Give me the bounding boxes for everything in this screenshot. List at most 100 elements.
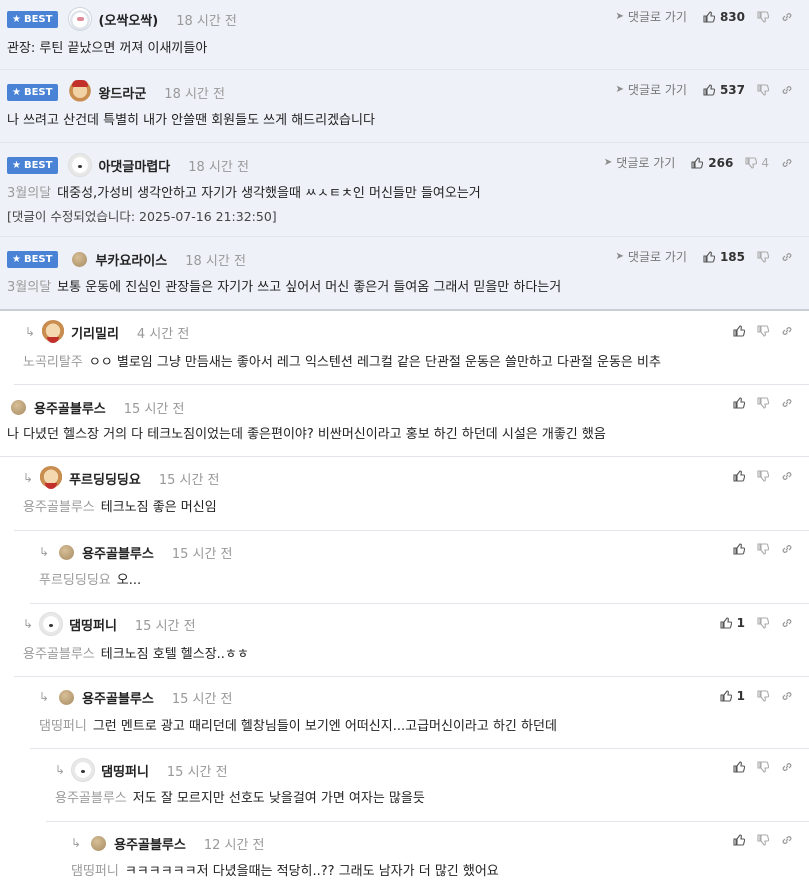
avatar[interactable] [41,320,66,344]
comment-body: 댐띵퍼니 그런 멘트로 광고 때리던데 헬창님들이 보기엔 어떠신지...고급머신… [39,718,557,736]
reply-target-tag[interactable]: 용주골블루스 [23,500,95,515]
nickname[interactable]: 용주골블루스 [114,834,186,853]
reply-target-tag[interactable]: 댐띵퍼니 [39,719,87,734]
comment-row: ↳ 댐띵퍼니 15 시간 전 용주골블루스 저도 잘 모르지만 선호도 낮을걸여 … [46,749,809,822]
link-icon[interactable] [781,761,793,773]
go-to-comment-label: 댓글로 가기 [627,10,687,24]
dislike-button[interactable] [757,397,769,409]
avatar[interactable] [68,7,93,31]
like-button[interactable] [733,397,745,409]
avatar[interactable] [91,835,107,851]
reply-target-tag[interactable]: 푸르딩딩딩요 [39,573,111,588]
avatar[interactable] [59,544,75,560]
dislike-button[interactable] [757,83,769,96]
link-icon[interactable] [781,11,793,23]
link-icon[interactable] [781,690,793,702]
nickname[interactable]: (오싹오싹) [98,10,158,29]
like-button[interactable]: 537 [703,83,745,97]
thumb-up-icon [733,834,745,846]
like-button[interactable]: 185 [703,250,745,264]
avatar[interactable] [68,153,93,177]
comment-header: ↳ 용주골블루스 15 시간 전 [39,543,233,562]
reply-target-tag[interactable]: 댐띵퍼니 [71,864,119,879]
like-button[interactable] [733,470,745,482]
reply-arrow-icon: ➤ [615,251,624,262]
dislike-button[interactable] [757,761,769,773]
like-count: 1 [736,689,745,703]
comment-header: ★ BEST (오싹오싹) 18 시간 전 [7,7,237,31]
dislike-button[interactable] [757,690,769,702]
dislike-button[interactable]: 4 [745,156,769,170]
dislike-button[interactable] [757,470,769,482]
avatar[interactable] [39,612,64,636]
avatar[interactable] [68,80,93,104]
thumb-up-icon [733,470,745,482]
like-button[interactable] [733,543,745,555]
best-badge: ★ BEST [7,83,59,101]
reply-target-tag[interactable]: 3월의달 [7,186,51,201]
nickname[interactable]: 용주골블루스 [82,688,154,707]
like-button[interactable] [733,325,745,337]
reply-target-tag[interactable]: 3월의달 [7,280,51,295]
thumb-down-icon [745,156,758,169]
thumb-down-icon [757,325,769,337]
timestamp: 15 시간 전 [158,472,220,488]
comment-body: 푸르딩딩딩요 오... [39,572,141,590]
go-to-comment-link[interactable]: ➤ 댓글로 가기 [616,8,687,25]
comment-actions: 1 [720,616,793,630]
thumb-up-icon [691,156,704,169]
nickname[interactable]: 용주골블루스 [82,543,154,562]
nickname[interactable]: 아댓글마렵다 [98,156,170,175]
like-button[interactable] [733,834,745,846]
avatar[interactable] [11,399,26,415]
link-icon[interactable] [781,84,793,96]
link-icon[interactable] [781,617,793,629]
like-button[interactable] [733,761,745,773]
nickname[interactable]: 댐띵퍼니 [101,761,149,780]
comment-text: ㅇㅇ 별로임 그냥 만듬새는 좋아서 레그 익스텐션 레그컬 같은 단관절 운동… [88,355,661,370]
comment-body: 3월의달 보통 운동에 진심인 관장들은 자기가 쓰고 싶어서 머신 좋은거 들여… [7,279,561,297]
dislike-button[interactable] [757,250,769,263]
best-badge: ★ BEST [7,250,59,268]
thumb-down-icon [757,470,769,482]
dislike-button[interactable] [757,325,769,337]
nickname[interactable]: 댐띵퍼니 [69,615,117,634]
link-icon[interactable] [781,251,793,263]
nickname[interactable]: 왕드라군 [98,83,146,102]
link-icon[interactable] [781,325,793,337]
reply-target-tag[interactable]: 용주골블루스 [23,647,95,662]
avatar[interactable] [59,689,75,705]
link-icon[interactable] [781,157,793,169]
comment-body: 용주골블루스 테크노짐 좋은 머신임 [23,499,217,517]
comment-body: 나 쓰려고 산건데 특별히 내가 안쓸땐 회원들도 쓰게 해드리겠습니다 [7,112,375,130]
avatar[interactable] [72,251,88,267]
reply-target-tag[interactable]: 용주골블루스 [55,791,127,806]
nickname[interactable]: 용주골블루스 [34,398,106,417]
dislike-button[interactable] [757,543,769,555]
link-icon[interactable] [781,470,793,482]
comment-body: 3월의달 대중성,가성비 생각안하고 자기가 생각했을때 ㅆㅅㅌㅊ인 머신들만 들… [7,185,481,226]
dislike-button[interactable] [757,834,769,846]
like-button[interactable]: 266 [691,156,733,170]
go-to-comment-link[interactable]: ➤ 댓글로 가기 [604,154,675,171]
reply-target-tag[interactable]: 노곡리탈주 [23,355,83,370]
nickname[interactable]: 기리밀리 [71,323,119,342]
nickname[interactable]: 푸르딩딩딩요 [69,469,141,488]
link-icon[interactable] [781,543,793,555]
comment-text: 테크노짐 좋은 머신임 [100,500,217,515]
go-to-comment-link[interactable]: ➤ 댓글로 가기 [616,81,687,98]
go-to-comment-link[interactable]: ➤ 댓글로 가기 [616,248,687,265]
avatar[interactable] [39,466,64,490]
avatar[interactable] [71,758,96,782]
dislike-button[interactable] [757,10,769,23]
like-button[interactable]: 1 [720,689,745,703]
comment-body: 용주골블루스 저도 잘 모르지만 선호도 낮을걸여 가면 여자는 많을듯 [55,790,425,808]
nickname[interactable]: 부카요라이스 [95,250,167,269]
like-button[interactable]: 1 [720,616,745,630]
dislike-button[interactable] [757,617,769,629]
reply-indent-icon: ↳ [71,836,82,850]
link-icon[interactable] [781,397,793,409]
like-button[interactable]: 830 [703,10,745,24]
link-icon[interactable] [781,834,793,846]
comment-row: ★ BEST (오싹오싹) 18 시간 전 ➤ 댓글로 가기 830 관장: 루틴 … [0,0,809,70]
